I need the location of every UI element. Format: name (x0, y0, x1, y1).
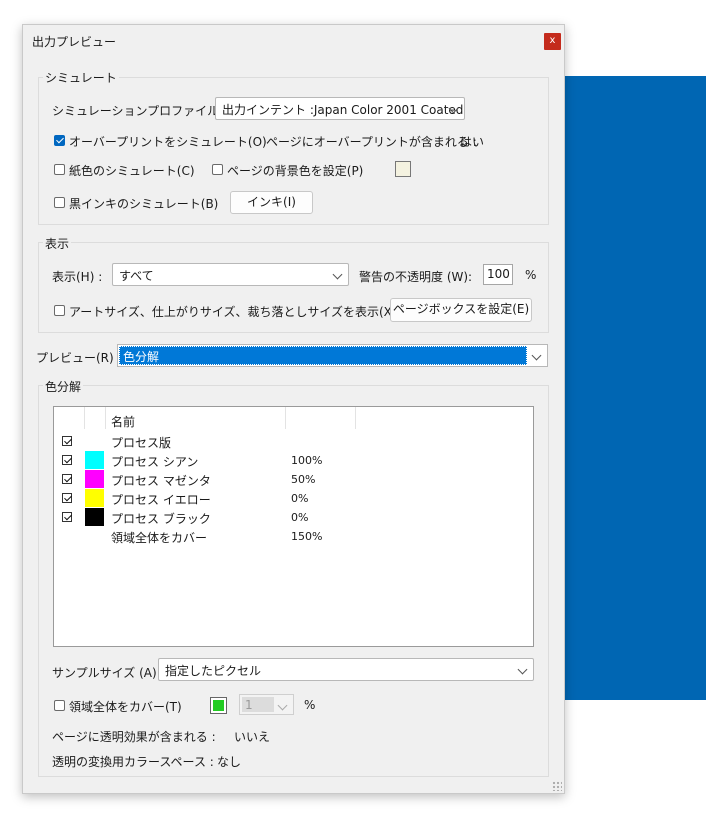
row-name: プロセス イエロー (111, 493, 211, 507)
transparency-label: ページに透明効果が含まれる : (52, 730, 216, 744)
list-item[interactable]: プロセス ブラック 0% (54, 508, 533, 527)
chevron-down-icon (517, 664, 528, 675)
black-ink-checkbox[interactable] (54, 197, 65, 208)
paper-color-label: 紙色のシミュレート(C) (69, 164, 195, 178)
row-value: 0% (291, 492, 309, 505)
list-item[interactable]: 領域全体をカバー 150% (54, 527, 533, 546)
overprint-info-value: はい (460, 135, 485, 149)
overprint-label: オーバープリントをシミュレート(O) (69, 135, 267, 149)
show-label: 表示(H) : (52, 270, 103, 284)
preview-label: プレビュー(R) : (36, 351, 122, 365)
row-name: プロセス版 (111, 436, 172, 450)
show-select[interactable]: すべて (112, 263, 349, 286)
yellow-swatch (85, 489, 104, 507)
blend-space-value: なし (217, 755, 242, 769)
chevron-down-icon (332, 269, 343, 280)
list-item[interactable]: プロセス シアン 100% (54, 451, 533, 470)
title-bar[interactable]: 出力プレビュー x (23, 25, 564, 55)
set-page-box-button[interactable]: ページボックスを設定(E) (390, 298, 532, 322)
background-blue-panel (563, 76, 706, 700)
preview-value: 色分解 (123, 350, 160, 364)
transparency-value: いいえ (234, 730, 271, 744)
artsize-label: アートサイズ、仕上がりサイズ、裁ち落としサイズを表示(X) (69, 305, 397, 319)
preview-select[interactable]: 色分解 (117, 344, 548, 367)
row-value: 150% (291, 530, 323, 543)
coverage-color-swatch[interactable] (210, 697, 227, 714)
row-value: 100% (291, 454, 323, 467)
chevron-down-icon (277, 700, 288, 711)
artsize-checkbox[interactable] (54, 305, 65, 316)
resize-grip-icon[interactable] (552, 781, 562, 791)
sample-size-select[interactable]: 指定したピクセル (158, 658, 534, 681)
coverage-unit: % (304, 698, 316, 712)
row-checkbox[interactable] (62, 512, 72, 522)
simulation-profile-value: 出力インテント :Japan Color 2001 Coated (222, 103, 464, 117)
row-checkbox[interactable] (62, 436, 72, 446)
separations-group-label: 色分解 (43, 378, 84, 395)
ink-button[interactable]: インキ(I) (230, 191, 313, 214)
show-value: すべて (119, 269, 154, 283)
row-name: プロセス マゼンタ (111, 474, 211, 488)
close-button[interactable]: x (544, 33, 561, 50)
opacity-unit: % (525, 268, 537, 282)
row-checkbox[interactable] (62, 493, 72, 503)
cyan-swatch (85, 451, 104, 469)
separations-list[interactable]: 名前 プロセス版 プロセス シアン 100% プロセス マゼンタ 50% プロセ… (53, 406, 534, 647)
paper-color-checkbox[interactable] (54, 164, 65, 175)
list-item[interactable]: プロセス版 (54, 432, 533, 451)
coverage-label: 領域全体をカバー(T) (69, 700, 182, 714)
simulation-profile-select[interactable]: 出力インテント :Japan Color 2001 Coated (215, 97, 465, 120)
window-title: 出力プレビュー (32, 35, 117, 49)
warning-opacity-label: 警告の不透明度 (W): (359, 270, 473, 284)
list-item[interactable]: プロセス マゼンタ 50% (54, 470, 533, 489)
coverage-value: 1 (245, 698, 253, 712)
warning-opacity-input[interactable]: 100 (483, 264, 513, 285)
overprint-info-label: ページにオーバープリントが含まれる : (266, 135, 477, 149)
coverage-checkbox[interactable] (54, 700, 65, 711)
magenta-swatch (85, 470, 104, 488)
row-checkbox[interactable] (62, 455, 72, 465)
sample-size-label: サンプルサイズ (A): (52, 666, 161, 680)
chevron-down-icon (531, 350, 542, 361)
row-checkbox[interactable] (62, 474, 72, 484)
black-ink-label: 黒インキのシミュレート(B) (69, 197, 219, 211)
column-header-name: 名前 (111, 415, 136, 429)
black-swatch (85, 508, 104, 526)
row-name: プロセス シアン (111, 455, 199, 469)
overprint-checkbox[interactable] (54, 135, 65, 146)
list-item[interactable]: プロセス イエロー 0% (54, 489, 533, 508)
row-name: プロセス ブラック (111, 512, 211, 526)
output-preview-dialog: 出力プレビュー x シミュレート シミュレーションプロファイル(S) : 出力イ… (22, 24, 565, 794)
row-value: 50% (291, 473, 316, 486)
simulate-group-label: シミュレート (43, 69, 119, 86)
page-bg-color-swatch[interactable] (395, 161, 411, 177)
row-value: 0% (291, 511, 309, 524)
blend-space-label: 透明の変換用カラースペース : (52, 755, 214, 769)
page-bg-label: ページの背景色を設定(P) (227, 164, 364, 178)
sample-size-value: 指定したピクセル (165, 664, 262, 678)
row-name: 領域全体をカバー (111, 531, 208, 545)
coverage-value-select[interactable]: 1 (239, 694, 294, 715)
display-group-label: 表示 (43, 235, 72, 252)
page-bg-checkbox[interactable] (212, 164, 223, 175)
